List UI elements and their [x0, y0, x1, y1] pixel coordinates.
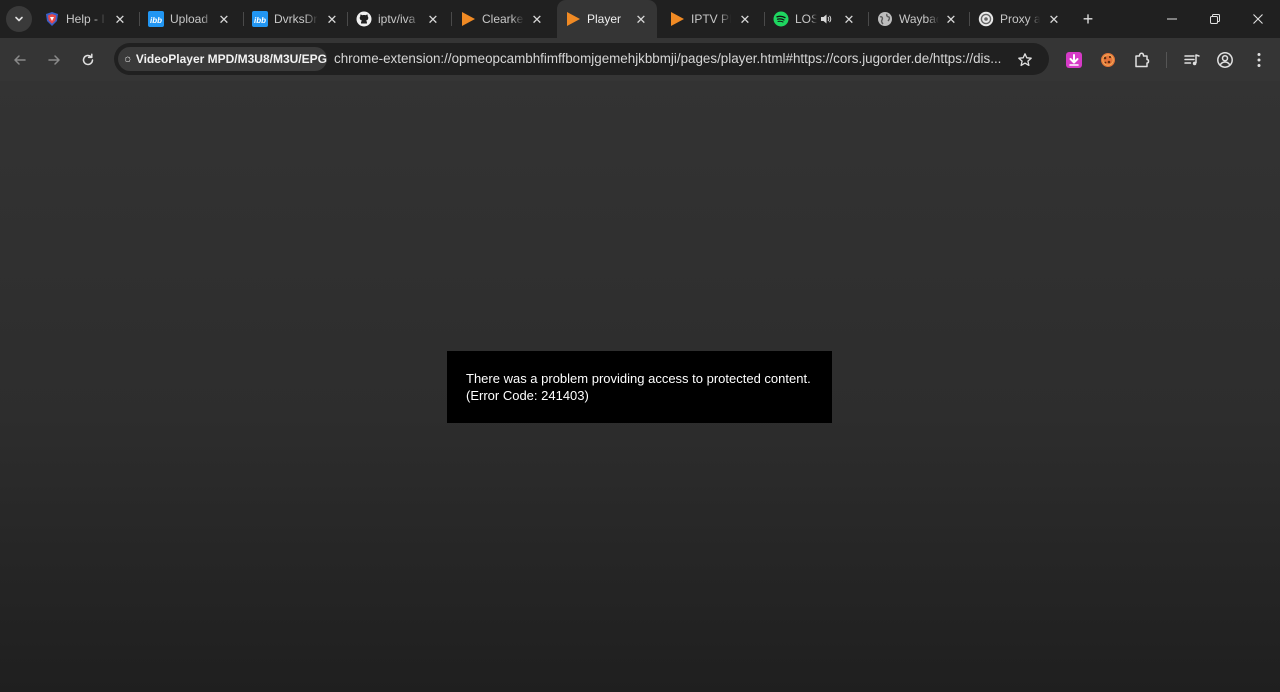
browser-menu-button[interactable] — [1247, 48, 1271, 72]
close-icon[interactable]: ✕ — [425, 11, 441, 27]
ibb-icon: ibb — [252, 11, 268, 27]
tab-wayback[interactable]: Waybac ✕ — [869, 0, 969, 38]
tab-clearke[interactable]: Clearke ✕ — [452, 0, 552, 38]
media-queue-icon — [1184, 54, 1200, 66]
tab-title: Player — [587, 12, 622, 26]
close-icon[interactable]: ✕ — [943, 11, 959, 27]
site-info-chip[interactable]: VideoPlayer MPD/M3U8/M3U/EPG — [118, 47, 327, 71]
star-icon — [1018, 53, 1032, 67]
extensions-menu-button[interactable] — [1130, 48, 1154, 72]
spotify-icon — [773, 11, 789, 27]
arrow-right-icon — [48, 55, 60, 65]
browser-toolbar: VideoPlayer MPD/M3U8/M3U/EPG chrome-exte… — [0, 38, 1280, 81]
close-window-button[interactable] — [1236, 0, 1280, 38]
tab-title: Upload — [170, 12, 209, 26]
restore-icon — [1210, 14, 1220, 24]
tab-search-button[interactable] — [6, 6, 32, 32]
tab-strip: Help - I ✕ ibb Upload ✕ ibb DvrksDr ✕ ip… — [0, 0, 1280, 38]
speaker-icon[interactable] — [819, 11, 833, 27]
tab-iptv-pl[interactable]: IPTV PL ✕ — [661, 0, 761, 38]
close-icon[interactable]: ✕ — [216, 11, 232, 27]
chevron-down-icon — [15, 16, 23, 22]
github-icon — [356, 11, 372, 27]
kebab-menu-icon — [1257, 53, 1261, 67]
url-text[interactable]: chrome-extension://opmeopcambhfimffbomjg… — [334, 51, 1010, 66]
svg-text:ibb: ibb — [150, 16, 162, 25]
tab-title: IPTV PL — [691, 12, 731, 26]
download-extension-button[interactable] — [1062, 48, 1086, 72]
close-icon[interactable]: ✕ — [737, 11, 753, 27]
address-bar[interactable]: VideoPlayer MPD/M3U8/M3U/EPG chrome-exte… — [114, 43, 1049, 75]
minimize-icon — [1167, 18, 1177, 20]
arrow-left-icon — [14, 55, 26, 65]
ibb-icon: ibb — [148, 11, 164, 27]
minimize-button[interactable] — [1150, 0, 1194, 38]
forward-button[interactable] — [40, 46, 68, 74]
tab-title: Help - I — [66, 12, 105, 26]
cookie-icon — [1101, 53, 1115, 67]
download-arrow-icon — [1066, 52, 1082, 68]
tab-help[interactable]: Help - I ✕ — [36, 0, 136, 38]
play-triangle-icon — [565, 11, 581, 27]
tab-title: iptv/iva — [378, 12, 416, 26]
profile-avatar-icon — [1217, 52, 1233, 68]
tab-proxy[interactable]: Proxy a ✕ — [970, 0, 1070, 38]
media-controls-button[interactable] — [1180, 48, 1204, 72]
close-icon[interactable]: ✕ — [633, 11, 649, 27]
extension-puzzle-icon — [1135, 52, 1150, 68]
tab-spotify[interactable]: LOS ✕ — [765, 0, 865, 38]
proxy-icon — [978, 11, 994, 27]
tab-title: DvrksDr — [274, 12, 318, 26]
player-area[interactable]: There was a problem providing access to … — [0, 81, 1280, 692]
reload-icon — [82, 53, 94, 66]
tab-title: Clearke — [482, 12, 524, 26]
tab-dvrksdr[interactable]: ibb DvrksDr ✕ — [244, 0, 344, 38]
tab-title: Waybac — [899, 12, 939, 26]
close-icon — [1253, 14, 1263, 24]
tab-player[interactable]: Player ✕ — [557, 0, 657, 38]
globe-icon — [877, 11, 893, 27]
extension-puzzle-icon — [125, 56, 131, 62]
tab-title: Proxy a — [1000, 12, 1040, 26]
play-triangle-icon — [669, 11, 685, 27]
site-chip-label: VideoPlayer MPD/M3U8/M3U/EPG — [135, 52, 327, 66]
close-icon[interactable]: ✕ — [1046, 11, 1062, 27]
play-triangle-icon — [460, 11, 476, 27]
bookmark-star-button[interactable] — [1014, 49, 1036, 71]
tab-upload[interactable]: ibb Upload ✕ — [140, 0, 240, 38]
profile-button[interactable] — [1213, 48, 1237, 72]
error-message-text: There was a problem providing access to … — [466, 371, 811, 386]
cookie-extension-button[interactable] — [1096, 48, 1120, 72]
svg-text:ibb: ibb — [254, 16, 266, 25]
tab-title: LOS — [795, 12, 817, 26]
close-icon[interactable]: ✕ — [841, 11, 857, 27]
tab-iptv-github[interactable]: iptv/iva ✕ — [348, 0, 448, 38]
close-icon[interactable]: ✕ — [324, 11, 340, 27]
new-tab-button[interactable]: + — [1077, 8, 1099, 30]
error-message-box: There was a problem providing access to … — [447, 351, 832, 423]
close-icon[interactable]: ✕ — [529, 11, 545, 27]
close-icon[interactable]: ✕ — [112, 11, 128, 27]
toolbar-divider — [1166, 52, 1167, 68]
shield-badge-icon — [44, 11, 60, 27]
error-code-text: (Error Code: 241403) — [466, 388, 589, 403]
restore-button[interactable] — [1193, 0, 1237, 38]
back-button[interactable] — [6, 46, 34, 74]
reload-button[interactable] — [74, 46, 102, 74]
